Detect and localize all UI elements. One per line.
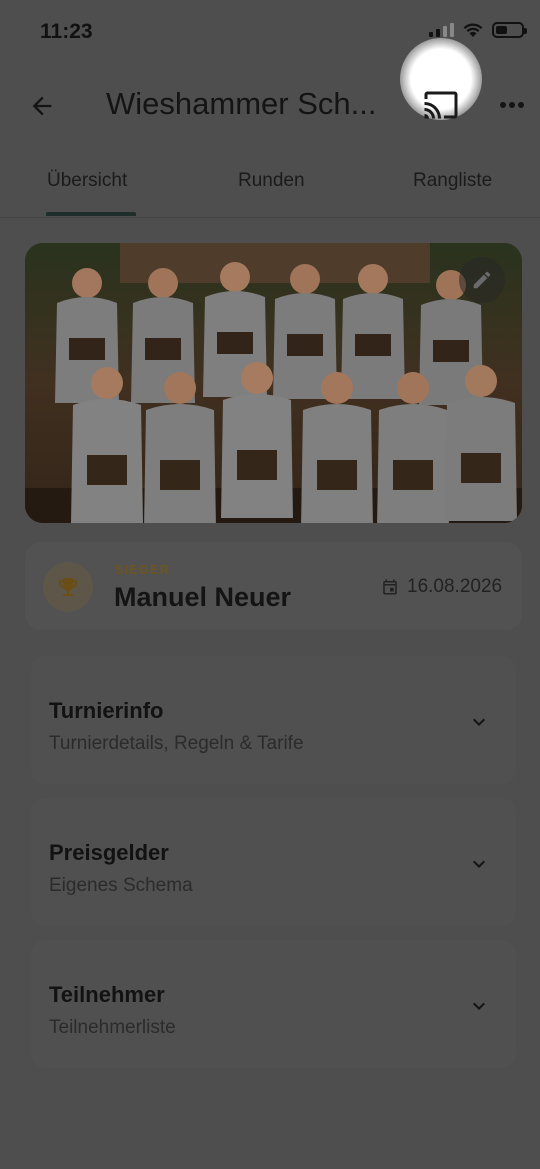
back-arrow-icon bbox=[32, 96, 52, 116]
cast-icon bbox=[424, 91, 458, 119]
section-subtitle: Teilnehmerliste bbox=[49, 1017, 176, 1038]
section-subtitle: Eigenes Schema bbox=[49, 875, 193, 896]
tab-runden[interactable]: Runden bbox=[238, 170, 305, 192]
calendar-icon bbox=[383, 579, 397, 595]
section-title: Turnierinfo bbox=[49, 698, 164, 723]
expand-button[interactable] bbox=[465, 850, 493, 878]
tab-rangliste[interactable]: Rangliste bbox=[413, 170, 492, 192]
chevron-down-icon bbox=[473, 1002, 485, 1010]
more-options-button[interactable] bbox=[494, 84, 530, 126]
edit-photo-button[interactable] bbox=[459, 257, 505, 303]
tournament-photo bbox=[25, 243, 522, 523]
winner-label: SIEGER bbox=[115, 562, 171, 577]
status-icons bbox=[429, 22, 527, 38]
section-preisgelder[interactable]: Preisgelder Eigenes Schema bbox=[31, 798, 516, 926]
chevron-down-icon bbox=[473, 860, 485, 868]
section-title: Teilnehmer bbox=[49, 982, 165, 1007]
tournament-date: 16.08.2026 bbox=[381, 576, 502, 598]
expand-button[interactable] bbox=[465, 708, 493, 736]
section-teilnehmer[interactable]: Teilnehmer Teilnehmerliste bbox=[31, 940, 516, 1068]
section-subtitle: Turnierdetails, Regeln & Tarife bbox=[49, 733, 304, 754]
section-title: Preisgelder bbox=[49, 840, 169, 865]
tab-bar: Übersicht Runden Rangliste bbox=[0, 152, 540, 218]
date-text: 16.08.2026 bbox=[407, 576, 503, 597]
page-title: Wieshammer Sch... bbox=[106, 86, 377, 121]
wifi-icon bbox=[463, 23, 483, 37]
status-time: 11:23 bbox=[40, 20, 93, 43]
trophy-icon bbox=[59, 578, 77, 596]
battery-icon bbox=[492, 22, 527, 38]
tab-indicator bbox=[46, 212, 136, 216]
signal-icon bbox=[429, 23, 454, 37]
more-vert-icon bbox=[500, 102, 524, 108]
winner-card: SIEGER Manuel Neuer 16.08.2026 bbox=[25, 542, 522, 630]
winner-name: Manuel Neuer bbox=[114, 582, 292, 612]
section-turnierinfo[interactable]: Turnierinfo Turnierdetails, Regeln & Tar… bbox=[31, 656, 516, 784]
trophy-badge bbox=[43, 562, 93, 612]
edit-pencil-icon bbox=[473, 271, 491, 289]
group-photo-illustration bbox=[25, 243, 522, 523]
chevron-down-icon bbox=[473, 718, 485, 726]
expand-button[interactable] bbox=[465, 992, 493, 1020]
tab-uebersicht[interactable]: Übersicht bbox=[47, 170, 127, 192]
cast-button[interactable] bbox=[420, 84, 462, 126]
back-button[interactable] bbox=[22, 86, 62, 126]
